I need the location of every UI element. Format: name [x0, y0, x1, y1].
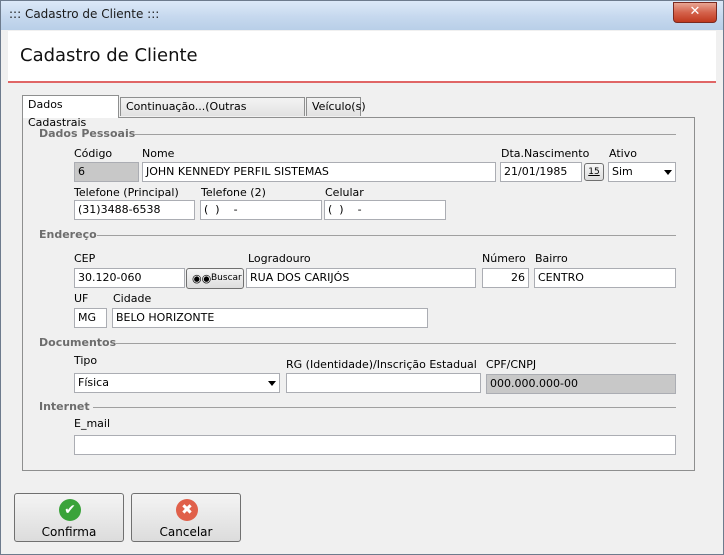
section-endereco: Endereço — [39, 228, 97, 241]
checkmark-icon: ✔ — [59, 499, 81, 521]
telefone-principal-field[interactable]: (31)3488-6538 — [74, 200, 195, 220]
page-header: Cadastro de Cliente — [8, 31, 716, 83]
calendar-button[interactable]: 15 — [584, 163, 604, 181]
nascimento-field[interactable]: 21/01/1985 — [500, 162, 582, 182]
section-divider — [97, 235, 676, 236]
nome-field[interactable]: JOHN KENNEDY PERFIL SISTEMAS — [142, 162, 496, 182]
cidade-label: Cidade — [113, 292, 152, 305]
tipo-value: Física — [78, 376, 109, 389]
ativo-select[interactable]: Sim — [608, 162, 676, 182]
email-label: E_mail — [74, 417, 111, 430]
tab-veiculos[interactable]: Veículo(s) — [306, 97, 366, 116]
tab-continuacao[interactable]: Continuação...(Outras informações) — [120, 97, 305, 131]
bairro-label: Bairro — [535, 252, 568, 265]
section-divider — [116, 343, 676, 344]
nome-label: Nome — [142, 147, 175, 160]
ativo-value: Sim — [612, 165, 633, 178]
telefone-principal-label: Telefone (Principal) — [74, 186, 179, 199]
confirm-button[interactable]: ✔ Confirma — [14, 493, 124, 542]
logradouro-field[interactable]: RUA DOS CARIJÓS — [246, 268, 476, 288]
buscar-button[interactable]: ◉◉ Buscar — [186, 268, 244, 289]
uf-label: UF — [74, 292, 89, 305]
nascimento-label: Dta.Nascimento — [501, 147, 590, 160]
codigo-label: Código — [74, 147, 113, 160]
logradouro-label: Logradouro — [248, 252, 311, 265]
window-title: ::: Cadastro de Cliente ::: — [9, 7, 160, 21]
cancel-x-icon: ✖ — [176, 499, 198, 521]
email-field[interactable] — [74, 435, 676, 455]
tipo-select[interactable]: Física — [74, 373, 280, 393]
buscar-label: Buscar — [211, 273, 242, 283]
celular-field[interactable]: ( ) - — [324, 200, 446, 220]
confirm-label: Confirma — [41, 525, 97, 539]
telefone-2-field[interactable]: ( ) - — [200, 200, 322, 220]
chevron-down-icon — [268, 381, 276, 386]
numero-label: Número — [482, 252, 526, 265]
celular-label: Celular — [325, 186, 364, 199]
section-internet: Internet — [39, 400, 90, 413]
cancel-label: Cancelar — [159, 525, 213, 539]
close-icon: ✕ — [689, 4, 701, 19]
tipo-label: Tipo — [74, 354, 98, 367]
chevron-down-icon — [664, 170, 672, 175]
telefone-2-label: Telefone (2) — [201, 186, 266, 199]
cpf-field[interactable]: 000.000.000-00 — [486, 374, 676, 394]
ativo-label: Ativo — [609, 147, 637, 160]
section-documentos: Documentos — [39, 336, 117, 349]
cidade-field[interactable]: BELO HORIZONTE — [112, 308, 428, 328]
page-title: Cadastro de Cliente — [20, 45, 198, 66]
cep-label: CEP — [74, 252, 96, 265]
client-registration-window: ::: Cadastro de Cliente ::: ✕ Cadastro d… — [0, 0, 724, 555]
codigo-field[interactable]: 6 — [74, 162, 139, 182]
tab-dados-cadastrais[interactable]: Dados Cadastrais — [22, 95, 119, 129]
rg-label: RG (Identidade)/Inscrição Estadual — [286, 358, 477, 371]
section-divider — [134, 134, 676, 135]
bairro-field[interactable]: CENTRO — [534, 268, 676, 288]
rg-field[interactable] — [286, 373, 481, 393]
calendar-icon: 15 — [588, 167, 600, 177]
section-divider — [93, 407, 676, 408]
binoculars-icon: ◉◉ — [192, 272, 212, 285]
close-button[interactable]: ✕ — [673, 2, 717, 23]
uf-field[interactable]: MG — [74, 308, 107, 328]
title-bar[interactable]: ::: Cadastro de Cliente ::: ✕ — [1, 1, 723, 30]
cep-field[interactable]: 30.120-060 — [74, 268, 185, 288]
cancel-button[interactable]: ✖ Cancelar — [131, 493, 241, 542]
cpf-label: CPF/CNPJ — [486, 358, 537, 371]
numero-field[interactable]: 26 — [482, 268, 529, 288]
